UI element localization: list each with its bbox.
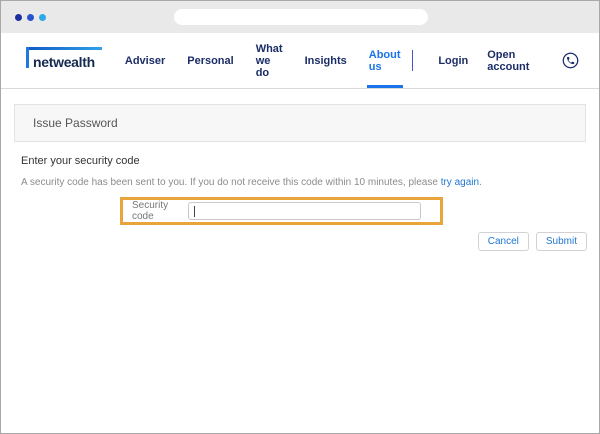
- open-account-link[interactable]: Open account: [487, 49, 544, 73]
- submit-button[interactable]: Submit: [535, 232, 587, 251]
- header-divider: [411, 50, 413, 71]
- page-banner: Issue Password: [14, 104, 586, 142]
- site-header: netwealth Adviser Personal What we do In…: [1, 33, 599, 89]
- text-cursor: [194, 205, 195, 217]
- security-code-heading: Enter your security code: [21, 155, 140, 167]
- cancel-button[interactable]: Cancel: [477, 232, 529, 251]
- phone-icon[interactable]: [562, 52, 579, 69]
- window-dot-3[interactable]: [39, 13, 46, 21]
- security-code-input[interactable]: [188, 202, 421, 220]
- security-code-label: Security code: [132, 200, 169, 222]
- main-navigation: Adviser Personal What we do Insights Abo…: [114, 33, 412, 88]
- logo-text: netwealth: [33, 54, 95, 70]
- netwealth-logo[interactable]: netwealth: [26, 47, 102, 74]
- address-bar[interactable]: [174, 9, 428, 25]
- phone-icon-glyph: [562, 52, 579, 69]
- main-content: Enter your security code A security code…: [1, 155, 599, 225]
- nav-item-adviser[interactable]: Adviser: [114, 33, 176, 88]
- nav-item-about-us[interactable]: About us: [358, 33, 412, 88]
- nav-item-personal[interactable]: Personal: [176, 33, 244, 88]
- nav-item-insights[interactable]: Insights: [294, 33, 358, 88]
- browser-window: netwealth Adviser Personal What we do In…: [0, 0, 600, 434]
- window-dot-2[interactable]: [27, 13, 34, 21]
- security-code-highlight-box: Security code: [120, 197, 443, 225]
- browser-title-bar: [1, 1, 599, 33]
- security-code-message: A security code has been sent to you. If…: [21, 177, 579, 188]
- message-text: A security code has been sent to you. If…: [21, 177, 441, 188]
- login-link[interactable]: Login: [438, 55, 468, 67]
- form-actions: Cancel Submit: [1, 232, 599, 251]
- window-dot-1[interactable]: [15, 13, 22, 21]
- message-text-end: .: [479, 177, 482, 188]
- window-control-dots: [15, 13, 46, 21]
- try-again-link[interactable]: try again: [441, 177, 479, 188]
- nav-item-what-we-do[interactable]: What we do: [245, 33, 294, 88]
- page-title: Issue Password: [33, 116, 118, 130]
